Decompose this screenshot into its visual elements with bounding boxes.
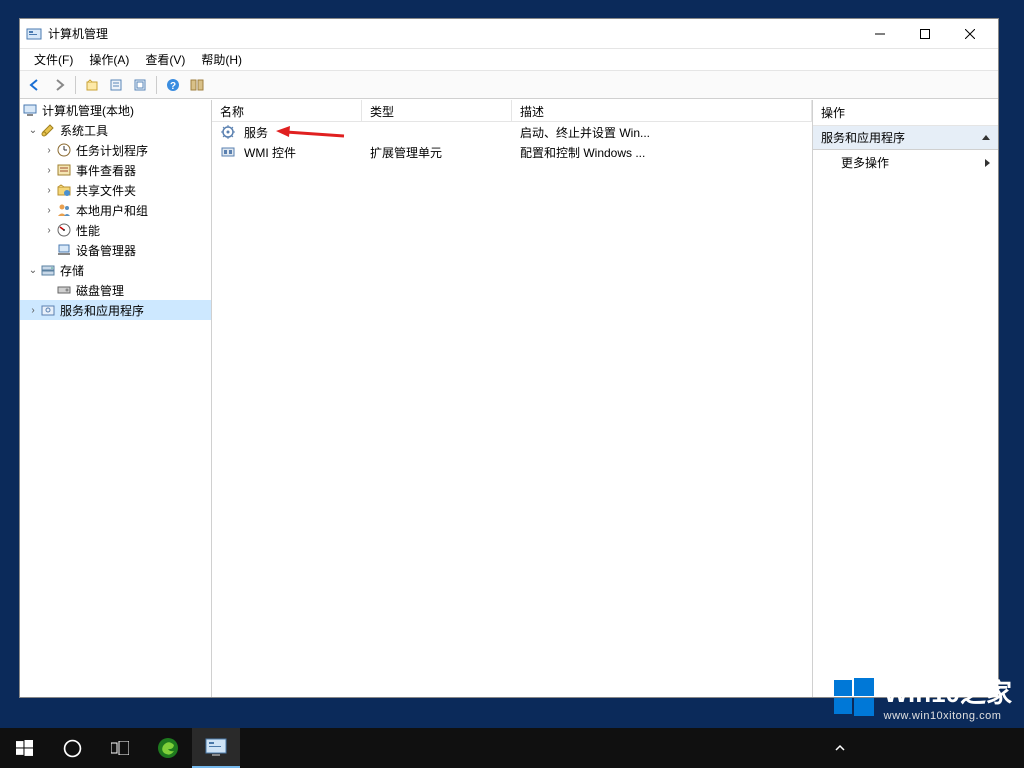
expander-icon[interactable]: ⌄ — [26, 265, 40, 276]
chevron-right-icon — [985, 159, 990, 167]
col-header-desc[interactable]: 描述 — [512, 100, 812, 121]
event-icon — [56, 162, 72, 178]
watermark-brand: Win10之家 — [884, 673, 1012, 710]
tree-system-tools[interactable]: ⌄ 系统工具 — [20, 120, 211, 140]
menu-action[interactable]: 操作(A) — [81, 49, 137, 70]
actions-pane: 操作 服务和应用程序 更多操作 — [812, 100, 998, 697]
app-icon — [26, 26, 42, 42]
expander-icon[interactable]: › — [42, 205, 56, 216]
expander-icon[interactable]: › — [42, 165, 56, 176]
expander-icon[interactable]: › — [42, 225, 56, 236]
tree-disk-mgmt[interactable]: 磁盘管理 — [20, 280, 211, 300]
edge-button[interactable] — [144, 728, 192, 768]
watermark: Win10之家 www.win10xitong.com — [832, 673, 1012, 722]
tree-storage[interactable]: ⌄ 存储 — [20, 260, 211, 280]
mmc-taskbar-button[interactable] — [192, 728, 240, 768]
device-icon — [56, 242, 72, 258]
task-view-button[interactable] — [96, 728, 144, 768]
services-icon — [40, 302, 56, 318]
svg-text:?: ? — [170, 81, 176, 92]
tree-device-manager[interactable]: 设备管理器 — [20, 240, 211, 260]
wmi-icon — [220, 144, 236, 160]
minimize-button[interactable] — [857, 20, 902, 48]
actions-title: 操作 — [813, 100, 998, 126]
taskbar — [0, 728, 1024, 768]
list-row-wmi[interactable]: WMI 控件 扩展管理单元 配置和控制 Windows ... — [212, 142, 812, 162]
menu-file[interactable]: 文件(F) — [26, 49, 81, 70]
menu-help[interactable]: 帮助(H) — [193, 49, 250, 70]
computer-icon — [22, 102, 38, 118]
tree-services-apps[interactable]: › 服务和应用程序 — [20, 300, 211, 320]
windows-logo-icon — [832, 676, 876, 720]
users-icon — [56, 202, 72, 218]
menubar: 文件(F) 操作(A) 查看(V) 帮助(H) — [20, 49, 998, 71]
properties-button[interactable] — [105, 74, 127, 96]
list-row-services[interactable]: 服务 启动、终止并设置 Win... — [212, 122, 812, 142]
actions-more[interactable]: 更多操作 — [813, 150, 998, 175]
refresh-button[interactable] — [129, 74, 151, 96]
folder-share-icon — [56, 182, 72, 198]
tree-local-users[interactable]: › 本地用户和组 — [20, 200, 211, 220]
expander-icon[interactable]: ⌄ — [26, 125, 40, 136]
tree-pane[interactable]: 计算机管理(本地) ⌄ 系统工具 › 任务计划程序 › 事件查看器 › 共享文件… — [20, 100, 212, 697]
menu-view[interactable]: 查看(V) — [137, 49, 193, 70]
performance-icon — [56, 222, 72, 238]
up-button[interactable] — [81, 74, 103, 96]
collapse-icon — [982, 135, 990, 140]
maximize-button[interactable] — [902, 20, 947, 48]
window-title: 计算机管理 — [48, 25, 857, 42]
tree-shared-folders[interactable]: › 共享文件夹 — [20, 180, 211, 200]
clock-icon — [56, 142, 72, 158]
expander-icon[interactable]: › — [42, 145, 56, 156]
actions-group-header[interactable]: 服务和应用程序 — [813, 126, 998, 150]
computer-management-window: 计算机管理 文件(F) 操作(A) 查看(V) 帮助(H) ? 计算机管理(本地… — [19, 18, 999, 698]
tree-task-scheduler[interactable]: › 任务计划程序 — [20, 140, 211, 160]
start-button[interactable] — [0, 728, 48, 768]
show-hide-button[interactable] — [186, 74, 208, 96]
tools-icon — [40, 122, 56, 138]
watermark-url: www.win10xitong.com — [884, 710, 1012, 722]
list-body[interactable]: 服务 启动、终止并设置 Win... WMI 控件 扩展管理单元 配置和控制 W… — [212, 122, 812, 162]
tree-event-viewer[interactable]: › 事件查看器 — [20, 160, 211, 180]
list-pane: 名称 类型 描述 服务 启动、终止并设置 Win... WMI 控件 扩展管理单… — [212, 100, 812, 697]
help-button[interactable]: ? — [162, 74, 184, 96]
tree-performance[interactable]: › 性能 — [20, 220, 211, 240]
toolbar: ? — [20, 71, 998, 99]
tray-chevron[interactable] — [816, 728, 864, 768]
expander-icon[interactable]: › — [42, 185, 56, 196]
back-button[interactable] — [24, 74, 46, 96]
tree-root[interactable]: 计算机管理(本地) — [20, 100, 211, 120]
titlebar: 计算机管理 — [20, 19, 998, 49]
storage-icon — [40, 262, 56, 278]
expander-icon[interactable]: › — [26, 305, 40, 316]
disk-icon — [56, 282, 72, 298]
forward-button[interactable] — [48, 74, 70, 96]
list-header: 名称 类型 描述 — [212, 100, 812, 122]
close-button[interactable] — [947, 20, 992, 48]
gear-icon — [220, 124, 236, 140]
col-header-name[interactable]: 名称 — [212, 100, 362, 121]
cortana-button[interactable] — [48, 728, 96, 768]
body-panes: 计算机管理(本地) ⌄ 系统工具 › 任务计划程序 › 事件查看器 › 共享文件… — [20, 99, 998, 697]
col-header-type[interactable]: 类型 — [362, 100, 512, 121]
